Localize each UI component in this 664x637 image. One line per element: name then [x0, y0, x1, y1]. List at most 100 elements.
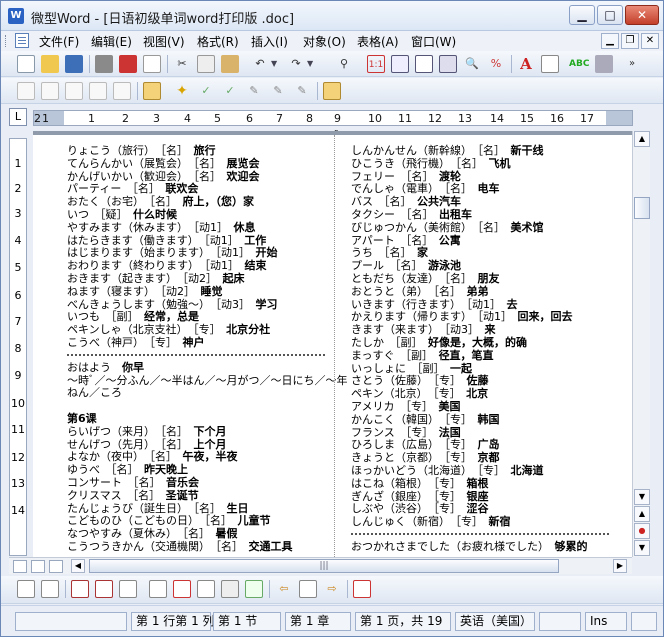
header-icon[interactable]	[71, 580, 89, 598]
print-preview-icon[interactable]	[143, 55, 161, 73]
minimize-button[interactable]: ▁	[569, 5, 595, 25]
page-setup-icon[interactable]	[17, 580, 35, 598]
copy-icon[interactable]	[197, 55, 215, 73]
menu-object[interactable]: 对象(O)	[303, 33, 346, 50]
maximize-button[interactable]: □	[597, 5, 623, 25]
document-properties-icon[interactable]	[41, 580, 59, 598]
toolbar-overflow-icon[interactable]: »	[623, 55, 641, 73]
horizontal-scroll-thumb[interactable]: |||	[89, 559, 559, 573]
insert-table-icon[interactable]	[221, 580, 239, 598]
paste-icon[interactable]	[221, 55, 239, 73]
highlight-icon[interactable]: ✎	[269, 82, 287, 100]
doc-close-button[interactable]: ✕	[641, 33, 659, 49]
menu-grip[interactable]	[5, 35, 8, 47]
print-icon[interactable]	[95, 55, 113, 73]
browse-object-button[interactable]: ●	[634, 523, 650, 539]
reject-change-icon[interactable]: ✓	[221, 82, 239, 100]
vocab-line[interactable]: おつかれさまでした（お疲れ様でした） 够累的	[351, 540, 609, 554]
doc-restore-button[interactable]: ❐	[621, 33, 639, 49]
next-page-button[interactable]: ▼	[634, 540, 650, 556]
status-insert-mode[interactable]: Ins	[585, 612, 627, 631]
zoom-icon[interactable]: 🔍	[463, 55, 481, 73]
scroll-down-button[interactable]: ▼	[634, 489, 650, 505]
close-header-footer-icon[interactable]	[353, 580, 371, 598]
vocab-meaning: 佐藤	[466, 374, 489, 388]
spellcheck-icon[interactable]: ABC	[569, 55, 589, 73]
document-icon[interactable]	[15, 33, 29, 48]
redo-dropdown-icon[interactable]: ▼	[307, 59, 313, 68]
menu-window[interactable]: 窗口(W)	[411, 33, 456, 50]
next-section-icon[interactable]: ⇨	[323, 580, 341, 598]
scroll-thumb[interactable]	[634, 197, 650, 219]
insert-number-icon[interactable]: 1:1	[367, 55, 385, 73]
horizontal-ruler[interactable]: 1 2 1 2 3 4 5 6 7 8 9 10 11 12 13 14 15 …	[33, 110, 633, 126]
vocab-meaning: 生日	[226, 501, 249, 515]
find-icon[interactable]: ⚲	[335, 55, 353, 73]
vocab-line[interactable]: しんじゅく（新宿） ［专］ 新宿	[351, 515, 609, 529]
reject-all-icon[interactable]: ✎	[245, 82, 263, 100]
columns-icon[interactable]	[439, 55, 457, 73]
percent-icon[interactable]: %	[487, 55, 505, 73]
ruler-number: 9	[334, 112, 341, 125]
tab-selector[interactable]: L	[9, 108, 27, 126]
menu-insert[interactable]: 插入(I)	[251, 33, 288, 50]
footer-icon[interactable]	[95, 580, 113, 598]
page-view-button[interactable]	[49, 560, 63, 573]
vertical-ruler[interactable]: 1 2 3 4 5 6 7 8 9 10 11 12 13 14	[9, 138, 27, 556]
accept-all-icon[interactable]: ✓	[197, 82, 215, 100]
section-break-icon[interactable]	[197, 580, 215, 598]
vocab-reading: びじゅつかん（美術館） ［名］	[351, 220, 511, 234]
page-number-icon[interactable]	[119, 580, 137, 598]
page-layout-icon[interactable]	[415, 55, 433, 73]
menu-table[interactable]: 表格(A)	[357, 33, 399, 50]
document-page[interactable]: りょこう（旅行） ［名］ 旅行 てんらんかい（展覧会） ［名］ 展览会 かんげいかい…	[33, 135, 632, 557]
previous-note-icon[interactable]	[89, 82, 107, 100]
insert-frame-icon[interactable]	[391, 55, 409, 73]
paragraph-icon[interactable]	[541, 55, 559, 73]
document-area[interactable]: りょこう（旅行） ［名］ 旅行 てんらんかい（展覧会） ［名］ 展览会 かんげいかい…	[33, 131, 632, 557]
vocab-meaning: 公寓	[438, 233, 461, 247]
scroll-right-button[interactable]: ▶	[613, 559, 627, 573]
insert-page-icon[interactable]	[149, 580, 167, 598]
pdf-icon[interactable]	[119, 55, 137, 73]
scroll-up-button[interactable]: ▲	[634, 131, 650, 147]
track-changes-icon[interactable]	[143, 82, 161, 100]
edit-note-icon[interactable]	[17, 82, 35, 100]
menu-file[interactable]: 文件(F)	[39, 33, 79, 50]
show-section-icon[interactable]	[299, 580, 317, 598]
menu-edit[interactable]: 编辑(E)	[91, 33, 132, 50]
undo-icon[interactable]: ↶	[251, 55, 269, 73]
vocab-reading: いつ ［疑］	[67, 207, 133, 221]
new-document-icon[interactable]	[17, 55, 35, 73]
vocab-meaning: 休息	[233, 220, 256, 234]
insert-image-icon[interactable]	[245, 580, 263, 598]
vocab-line[interactable]: こうつうきかん（交通機関） ［名］ 交通工具	[67, 540, 348, 554]
erase-icon[interactable]: ✎	[293, 82, 311, 100]
vertical-scrollbar[interactable]: ▲ ▼ ▲ ● ▼	[632, 131, 650, 557]
accept-change-icon[interactable]: ✦	[173, 82, 191, 100]
save-icon[interactable]	[65, 55, 83, 73]
web-view-button[interactable]	[31, 560, 45, 573]
next-note-icon[interactable]	[113, 82, 131, 100]
scroll-left-button[interactable]: ◀	[71, 559, 85, 573]
normal-view-button[interactable]	[13, 560, 27, 573]
vocab-line[interactable]: ねん／ころ	[67, 386, 348, 400]
undo-dropdown-icon[interactable]: ▼	[271, 59, 277, 68]
delete-note-icon[interactable]	[65, 82, 83, 100]
word-count-icon[interactable]	[595, 55, 613, 73]
horizontal-scrollbar[interactable]: ◀ ||| ▶	[9, 557, 632, 574]
menu-format[interactable]: 格式(R)	[197, 33, 239, 50]
font-color-icon[interactable]: A	[517, 55, 535, 73]
review-pane-icon[interactable]	[323, 82, 341, 100]
previous-section-icon[interactable]: ⇦	[275, 580, 293, 598]
menu-view[interactable]: 视图(V)	[143, 33, 185, 50]
cut-icon[interactable]: ✂	[173, 55, 191, 73]
close-button[interactable]: ✕	[625, 5, 659, 25]
edit-pen-icon[interactable]	[41, 82, 59, 100]
page-break-icon[interactable]	[173, 580, 191, 598]
redo-icon[interactable]: ↷	[287, 55, 305, 73]
doc-minimize-button[interactable]: ▁	[601, 33, 619, 49]
previous-page-button[interactable]: ▲	[634, 506, 650, 522]
vocab-line[interactable]: こうべ（神戸） ［专］ 神户	[67, 336, 348, 350]
open-folder-icon[interactable]	[41, 55, 59, 73]
